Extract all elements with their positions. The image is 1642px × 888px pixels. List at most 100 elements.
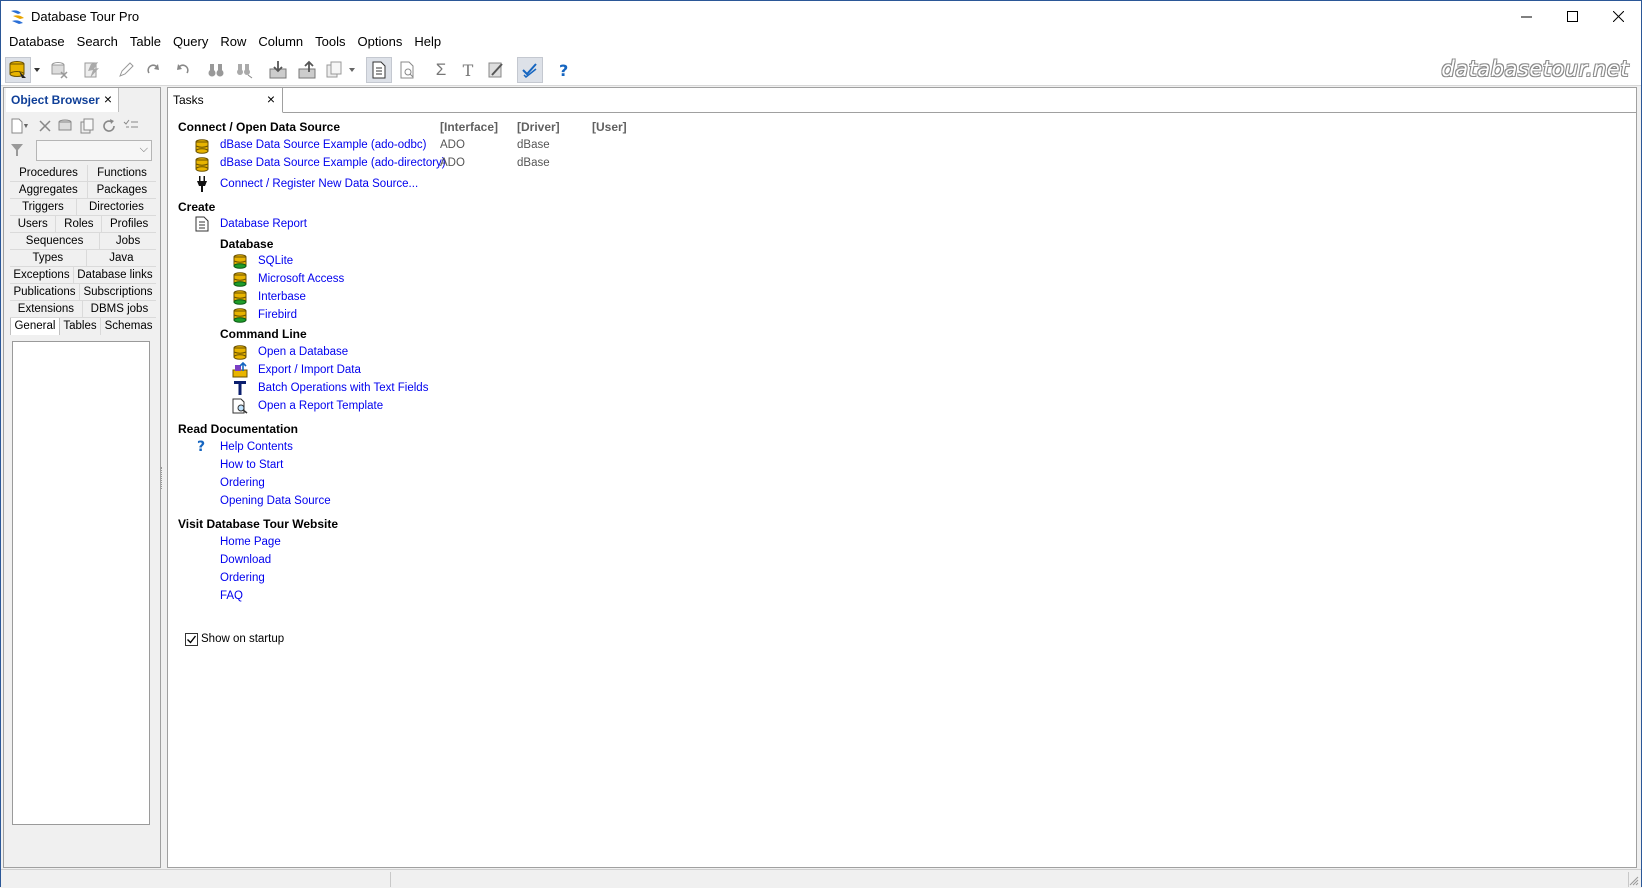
aggregate-button[interactable]: Σ — [428, 57, 454, 83]
menu-help[interactable]: Help — [408, 32, 447, 53]
copy-icon[interactable] — [78, 117, 96, 135]
edit-button[interactable] — [113, 57, 139, 83]
find-button[interactable] — [203, 57, 229, 83]
text-operations-button[interactable]: T — [455, 57, 481, 83]
tab-extensions[interactable]: Extensions — [10, 301, 83, 317]
menu-query[interactable]: Query — [167, 32, 214, 53]
website-ordering-link[interactable]: Ordering — [220, 572, 265, 584]
menu-options[interactable]: Options — [352, 32, 409, 53]
close-window-button[interactable] — [1595, 1, 1641, 32]
tab-users[interactable]: Users — [10, 216, 57, 232]
tab-triggers[interactable]: Triggers — [10, 199, 77, 215]
create-firebird-link[interactable]: Firebird — [258, 309, 297, 321]
tab-schemas[interactable]: Schemas — [101, 318, 156, 335]
close-tasks-button[interactable]: × — [267, 91, 275, 107]
help-contents-link[interactable]: Help Contents — [220, 441, 293, 453]
tab-types[interactable]: Types — [10, 250, 87, 266]
panel-splitter[interactable] — [161, 467, 164, 489]
tab-directories[interactable]: Directories — [77, 199, 156, 215]
tab-packages[interactable]: Packages — [88, 182, 156, 198]
undo-button[interactable] — [169, 57, 195, 83]
tab-database-links[interactable]: Database links — [74, 267, 156, 283]
tab-java[interactable]: Java — [87, 250, 156, 266]
docs-ordering-link[interactable]: Ordering — [220, 477, 265, 489]
chevron-down-icon[interactable] — [34, 67, 40, 73]
tab-jobs[interactable]: Jobs — [100, 233, 156, 249]
menu-tools[interactable]: Tools — [309, 32, 351, 53]
validate-button[interactable] — [483, 57, 509, 83]
chevron-down-icon[interactable]: ▼ — [22, 117, 30, 135]
menu-search[interactable]: Search — [71, 32, 124, 53]
open-database-button[interactable] — [5, 57, 31, 83]
tab-subscriptions[interactable]: Subscriptions — [80, 284, 156, 300]
data-source-link[interactable]: dBase Data Source Example (ado-directory… — [220, 157, 446, 169]
binoculars-icon — [208, 64, 224, 77]
find-next-button[interactable] — [231, 57, 257, 83]
object-type-tabs: Procedures Functions Aggregates Packages T… — [10, 165, 156, 335]
tab-tasks[interactable]: Tasks × — [168, 88, 283, 113]
cl-batch-operations-link[interactable]: Batch Operations with Text Fields — [258, 382, 428, 394]
tab-tables[interactable]: Tables — [60, 318, 102, 335]
watermark-logo: databasetour.net — [1441, 57, 1629, 81]
tab-publications[interactable]: Publications — [10, 284, 80, 300]
tab-exceptions[interactable]: Exceptions — [10, 267, 74, 283]
object-filter-select[interactable]: ⌵ — [36, 140, 152, 161]
database-report-link[interactable]: Database Report — [220, 218, 307, 230]
data-source-driver: dBase — [517, 139, 550, 151]
tab-roles[interactable]: Roles — [56, 216, 103, 232]
maximize-button[interactable] — [1549, 1, 1595, 32]
faq-link[interactable]: FAQ — [220, 590, 243, 602]
cl-open-database-link[interactable]: Open a Database — [258, 346, 348, 358]
export-button[interactable] — [294, 57, 320, 83]
tab-sequences[interactable]: Sequences — [10, 233, 101, 249]
database-objects-icon[interactable] — [56, 117, 74, 135]
tab-aggregates[interactable]: Aggregates — [10, 182, 88, 198]
import-button[interactable] — [265, 57, 291, 83]
pen-check-icon — [488, 62, 503, 78]
green-database-icon — [232, 253, 248, 269]
how-to-start-link[interactable]: How to Start — [220, 459, 283, 471]
create-sqlite-link[interactable]: SQLite — [258, 255, 293, 267]
report-preview-button[interactable] — [394, 57, 420, 83]
tab-dbms-jobs[interactable]: DBMS jobs — [83, 301, 156, 317]
list-options-icon[interactable] — [122, 117, 140, 135]
import-icon — [269, 61, 287, 79]
register-data-source-link[interactable]: Connect / Register New Data Source... — [220, 178, 418, 190]
spell-check-button[interactable] — [517, 57, 543, 83]
data-source-link[interactable]: dBase Data Source Example (ado-odbc) — [220, 139, 426, 151]
download-link[interactable]: Download — [220, 554, 271, 566]
tab-functions[interactable]: Functions — [88, 165, 156, 181]
execute-query-button[interactable] — [79, 57, 105, 83]
chevron-down-icon[interactable] — [349, 67, 355, 73]
close-database-button[interactable] — [46, 57, 72, 83]
tab-object-browser[interactable]: Object Browser × — [6, 88, 119, 112]
home-page-link[interactable]: Home Page — [220, 536, 281, 548]
tab-profiles[interactable]: Profiles — [102, 216, 156, 232]
cl-report-template-link[interactable]: Open a Report Template — [258, 400, 383, 412]
filter-icon[interactable] — [8, 141, 26, 159]
tab-procedures[interactable]: Procedures — [10, 165, 88, 181]
refresh-icon[interactable] — [100, 117, 118, 135]
copy-button[interactable] — [321, 57, 347, 83]
double-check-icon — [522, 63, 537, 79]
create-interbase-link[interactable]: Interbase — [258, 291, 306, 303]
opening-data-source-link[interactable]: Opening Data Source — [220, 495, 331, 507]
minimize-button[interactable] — [1503, 1, 1549, 32]
help-button[interactable]: ? — [551, 57, 577, 83]
cl-export-import-link[interactable]: Export / Import Data — [258, 364, 361, 376]
menu-table[interactable]: Table — [124, 32, 167, 53]
show-on-startup-checkbox[interactable] — [185, 633, 198, 646]
status-segment — [1, 872, 391, 887]
create-access-link[interactable]: Microsoft Access — [258, 273, 344, 285]
report-button[interactable] — [366, 57, 392, 83]
app-logo-icon — [11, 10, 24, 24]
resize-grip-icon[interactable] — [1629, 876, 1639, 886]
menu-database[interactable]: Database — [3, 32, 71, 53]
close-object-browser-button[interactable]: × — [104, 91, 112, 107]
redo-button[interactable] — [141, 57, 167, 83]
menu-row[interactable]: Row — [214, 32, 252, 53]
object-list[interactable] — [12, 341, 150, 825]
delete-icon[interactable] — [36, 117, 54, 135]
tab-general[interactable]: General — [10, 318, 60, 335]
menu-column[interactable]: Column — [252, 32, 309, 53]
